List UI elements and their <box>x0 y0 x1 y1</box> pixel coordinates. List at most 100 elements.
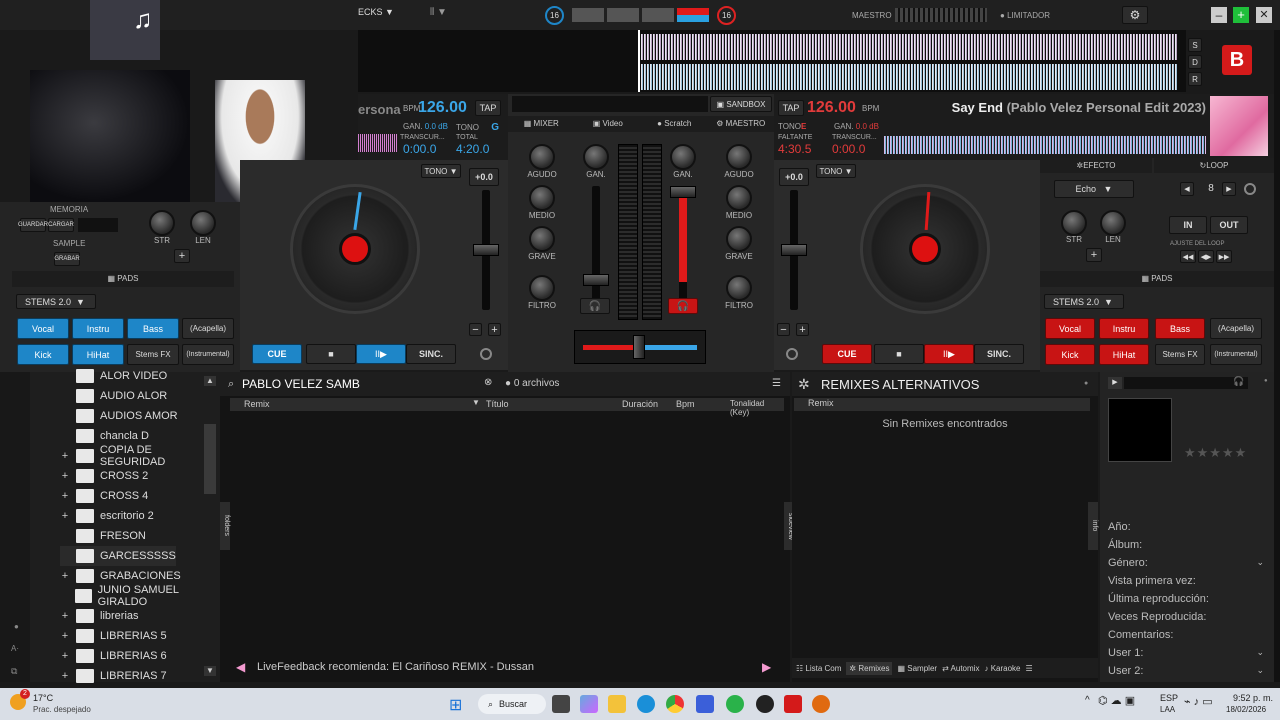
folder-item[interactable]: GARCESSSSS <box>60 546 176 566</box>
chevron-down-icon[interactable]: ⌄ <box>1256 647 1264 658</box>
right-headphone-icon[interactable]: 🎧 <box>668 298 698 314</box>
sandbox-button[interactable]: ▣ SANDBOX <box>710 96 772 112</box>
col-title[interactable]: Título <box>486 399 509 409</box>
stems-dropdown[interactable]: STEMS 2.0 ▼ <box>1044 294 1124 309</box>
preview-bar[interactable] <box>1124 377 1248 389</box>
loop-adjust-move[interactable]: ◀▶ <box>1198 250 1214 263</box>
pad-kick[interactable]: Kick <box>17 344 69 365</box>
left-filter-knob[interactable] <box>529 275 555 301</box>
pad-bass[interactable]: Bass <box>127 318 179 339</box>
pad-acapella[interactable]: (Acapella) <box>1210 318 1262 339</box>
app-orange-icon[interactable] <box>812 695 830 713</box>
tray-icons[interactable]: ⌬ ☁ ▣ <box>1098 694 1135 707</box>
tab-video[interactable]: ▣ Video <box>575 116 642 132</box>
right-pitch-minus[interactable]: − <box>777 323 790 336</box>
lang-label[interactable]: ESP <box>1160 693 1178 703</box>
expand-icon[interactable]: + <box>60 450 70 462</box>
pad-instru[interactable]: Instru <box>1099 318 1149 339</box>
left-treble-knob[interactable] <box>529 144 555 170</box>
pad-instru[interactable]: Instru <box>72 318 124 339</box>
right-gain-knob[interactable] <box>670 144 696 170</box>
right-mid-knob[interactable] <box>726 185 752 211</box>
maximize-button[interactable]: + <box>1233 7 1249 23</box>
right-stop-button[interactable]: ■ <box>874 344 924 364</box>
tree-scrollbar-thumb[interactable] <box>204 424 216 494</box>
feedback-prev-icon[interactable]: ◀ <box>236 660 245 674</box>
tab-karaoke[interactable]: ♪ Karaoke <box>984 664 1020 673</box>
loop-increase-button[interactable]: ▶ <box>1222 182 1236 196</box>
task-view-icon[interactable] <box>552 695 570 713</box>
info-field[interactable]: Álbum: <box>1108 539 1264 551</box>
chevron-down-icon[interactable]: ⌄ <box>1256 665 1264 676</box>
add-effect-button[interactable]: + <box>1086 248 1102 262</box>
folder-item[interactable]: + COPIA DE SEGURIDAD <box>60 444 220 468</box>
len-knob[interactable] <box>190 210 216 236</box>
folder-item[interactable]: + GRABACIONES <box>60 566 181 586</box>
file-explorer-icon[interactable] <box>608 695 626 713</box>
tab-mixer[interactable]: ▦ MIXER <box>508 116 575 132</box>
remixes-options-icon[interactable]: ● <box>1084 380 1088 387</box>
folder-item[interactable]: + librerias <box>60 606 139 626</box>
lang-sub-label[interactable]: LAA <box>1160 705 1175 714</box>
folder-item[interactable]: ALOR VIDEO <box>60 366 167 386</box>
waveform-display[interactable] <box>358 30 1186 92</box>
right-sync-button[interactable]: SINC. <box>974 344 1024 364</box>
chrome-icon[interactable] <box>666 695 684 713</box>
effect-str-knob[interactable] <box>1061 210 1087 236</box>
left-cue-button[interactable]: CUE <box>252 344 302 364</box>
loop-option-icon[interactable] <box>1244 183 1256 195</box>
copilot-icon[interactable] <box>580 695 598 713</box>
loop-adjust-right[interactable]: ▶▶ <box>1216 250 1232 263</box>
info-field[interactable]: Comentarios: <box>1108 629 1264 641</box>
livefeedback-text[interactable]: LiveFeedback recomienda: El Cariñoso REM… <box>257 661 534 673</box>
right-key-dropdown[interactable]: TONO ▼ <box>816 164 856 178</box>
stems-dropdown[interactable]: STEMS 2.0 ▼ <box>16 294 96 309</box>
right-tap-button[interactable]: TAP <box>778 100 804 116</box>
expand-icon[interactable]: + <box>60 670 70 682</box>
crossfader-handle[interactable] <box>633 335 645 359</box>
clear-search-icon[interactable]: ⊗ <box>484 377 492 388</box>
feedback-next-icon[interactable]: ▶ <box>762 660 771 674</box>
tree-scroll-down[interactable]: ▼ <box>204 666 216 676</box>
remix-col-header[interactable]: Remix <box>794 398 1090 411</box>
tree-dot-icon[interactable]: ● <box>14 622 19 631</box>
pad-kick[interactable]: Kick <box>1045 344 1095 365</box>
close-button[interactable]: ✕ <box>1256 7 1272 23</box>
info-options-icon[interactable]: ● <box>1264 378 1268 384</box>
folder-item[interactable]: AUDIO ALOR <box>60 386 167 406</box>
decks-selector[interactable]: ECKS ▼ <box>358 7 394 17</box>
col-remix[interactable]: Remix <box>244 399 270 409</box>
limiter-toggle[interactable]: ● LIMITADOR <box>1000 11 1050 20</box>
right-volume-fader[interactable] <box>670 186 696 198</box>
expand-icon[interactable]: + <box>60 570 70 582</box>
wave-r-button[interactable]: R <box>1188 72 1202 86</box>
tab-list[interactable]: ☷ Lista Com <box>796 664 841 673</box>
windows-start-icon[interactable]: ⊞ <box>449 695 462 715</box>
pad-hihat[interactable]: HiHat <box>72 344 124 365</box>
list-options-icon[interactable]: ☰ <box>772 378 781 389</box>
preview-play-button[interactable]: ▶ <box>1108 377 1122 389</box>
expand-icon[interactable]: + <box>60 470 70 482</box>
left-sync-button[interactable]: SINC. <box>406 344 456 364</box>
left-pitch-minus[interactable]: − <box>469 323 482 336</box>
pad-stems-fx[interactable]: Stems FX <box>127 344 179 365</box>
effect-len-knob[interactable] <box>1100 210 1126 236</box>
pad-vocal[interactable]: Vocal <box>1045 318 1095 339</box>
left-key-dropdown[interactable]: TONO ▼ <box>421 164 461 178</box>
clock-time[interactable]: 9:52 p. m. <box>1233 693 1273 703</box>
left-pitch-fader[interactable] <box>473 244 499 256</box>
tab-scratch[interactable]: ● Scratch <box>641 116 708 132</box>
expand-icon[interactable]: + <box>60 610 70 622</box>
store-icon[interactable] <box>696 695 714 713</box>
tree-scroll-up[interactable]: ▲ <box>204 376 216 386</box>
chevron-down-icon[interactable]: ⌄ <box>1256 557 1264 568</box>
left-pitch-plus[interactable]: + <box>488 323 501 336</box>
folder-item[interactable]: AUDIOS AMOR <box>60 406 178 426</box>
pad-instrumental[interactable]: (Instrumental) <box>1210 344 1262 365</box>
folder-item[interactable]: JUNIO SAMUEL GIRALDO <box>60 584 220 608</box>
expand-icon[interactable]: + <box>60 650 70 662</box>
tab-automix[interactable]: ⇄ Automix <box>942 664 979 673</box>
info-field[interactable]: Vista primera vez: <box>1108 575 1264 587</box>
col-bpm[interactable]: Bpm <box>676 399 695 409</box>
right-pitch-fader[interactable] <box>781 244 807 256</box>
